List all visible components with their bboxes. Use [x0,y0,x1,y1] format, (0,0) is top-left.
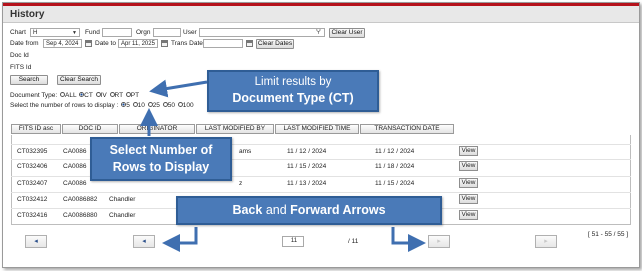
callout-rows: Select Number of Rows to Display [90,137,232,181]
callout-arrows-forward: Forward Arrows [290,203,386,217]
callout-document-type: Limit results by Document Type (CT) [207,70,379,112]
callout-arrows: Back and Forward Arrows [176,196,442,225]
callout-doc-type-line1: Limit results by [254,76,332,88]
callout-rows-line1: Select Number of [109,143,213,157]
arrow-forward [391,227,426,252]
callout-doc-type-line2: Document Type (CT) [232,91,354,105]
callout-arrows-back: Back [232,203,263,217]
callout-rows-line2: Rows to Display [112,160,210,174]
arrow-back [162,227,198,252]
history-panel: History Chart H ▼ Fund Orgn User ⚲ Clear… [2,2,640,268]
arrow-to-doc-type [149,79,208,98]
callout-arrows-and: and [262,203,291,217]
